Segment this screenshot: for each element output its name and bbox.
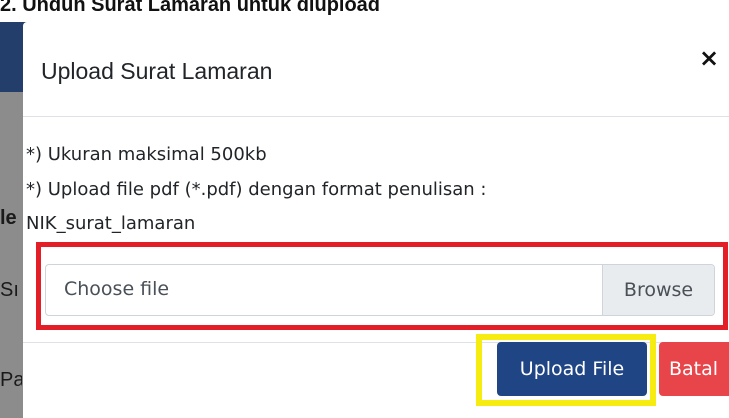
modal-header: Upload Surat Lamaran × <box>23 22 729 117</box>
close-icon[interactable]: × <box>695 44 723 72</box>
note-file-format: *) Upload file pdf (*.pdf) dengan format… <box>26 179 487 200</box>
background-top-strip: 2. Unduh Surat Lamaran untuk diupload <box>0 0 729 22</box>
file-input[interactable]: Choose file Browse <box>45 264 715 316</box>
modal-title: Upload Surat Lamaran <box>41 58 273 84</box>
background-text-fragment: le <box>0 207 17 229</box>
background-text-fragment: Pa <box>0 369 22 391</box>
file-input-placeholder: Choose file <box>64 278 170 300</box>
cancel-button[interactable]: Batal <box>659 342 729 396</box>
browse-button[interactable]: Browse <box>602 265 714 315</box>
note-max-size: *) Ukuran maksimal 500kb <box>26 144 267 165</box>
background-heading: 2. Unduh Surat Lamaran untuk diupload <box>0 0 381 16</box>
background-text-fragment: Sı <box>0 279 19 301</box>
note-file-name: NIK_surat_lamaran <box>26 213 196 234</box>
upload-file-button[interactable]: Upload File <box>497 342 647 396</box>
